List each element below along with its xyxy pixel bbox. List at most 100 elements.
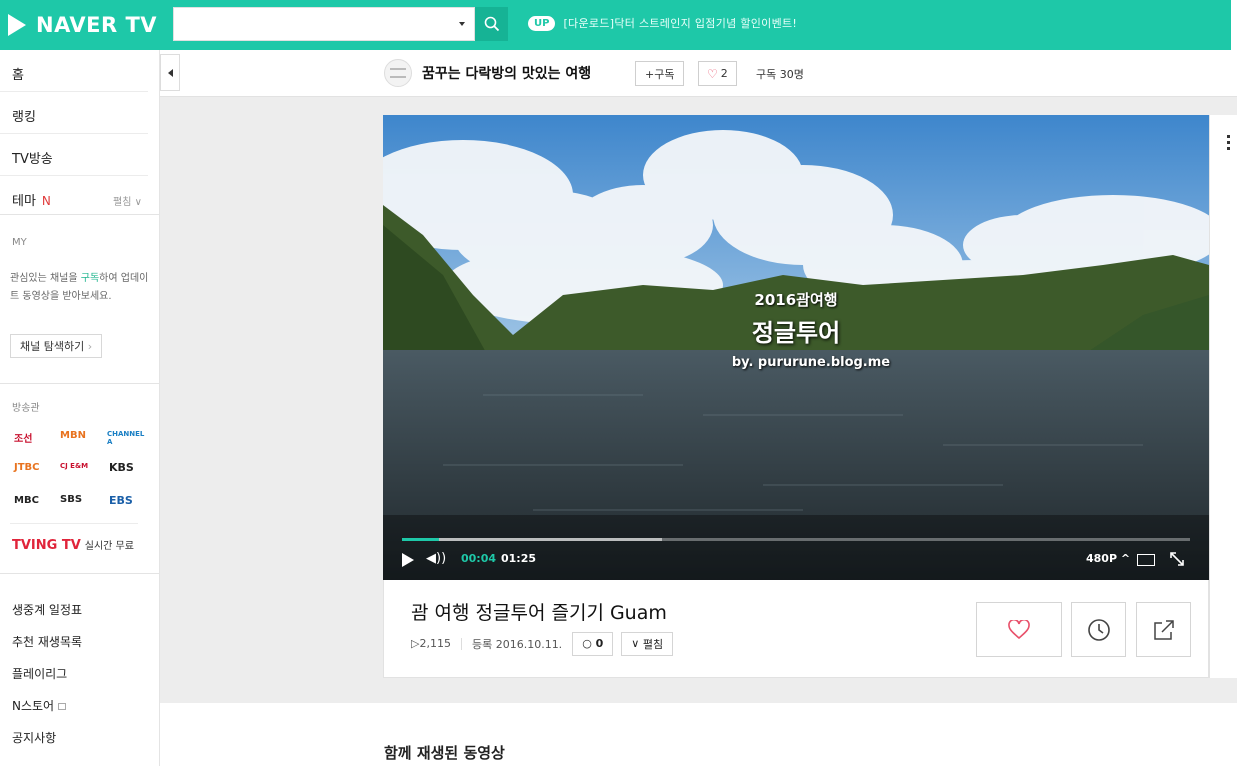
theme-expand-button[interactable]: 펼침 ∨: [113, 193, 142, 208]
progress-fill: [402, 538, 440, 541]
video-player[interactable]: 2016괌여행 정글투어 by. pururune.blog.me ◀)) 00…: [383, 115, 1209, 580]
subscribe-button[interactable]: +구독: [635, 61, 685, 86]
nav-divider: [0, 133, 148, 134]
explore-label: 채널 탐색하기: [20, 340, 85, 353]
link-label: 플레이리그: [12, 667, 68, 681]
subscriber-count: 구독 30명: [756, 68, 804, 81]
total-time: 01:25: [501, 552, 537, 565]
clock-icon: [1087, 618, 1110, 641]
nav-theme-label: 테마: [12, 194, 36, 209]
video-caption-line1: 2016괌여행: [754, 291, 838, 309]
share-button[interactable]: [1136, 602, 1191, 657]
broadcaster-logo[interactable]: JTBC: [14, 462, 40, 473]
link-label: N스토어: [12, 699, 55, 713]
video-caption-line3: by. pururune.blog.me: [731, 355, 891, 370]
my-section-label: MY: [12, 237, 27, 248]
play-logo-icon: [8, 14, 26, 36]
broadcaster-logo[interactable]: MBN: [60, 430, 86, 441]
watch-later-button[interactable]: [1071, 602, 1126, 657]
meta-divider: [460, 637, 462, 650]
play-icon[interactable]: [402, 553, 414, 567]
nav-divider: [0, 91, 148, 92]
left-sidebar: 홈 랭킹 TV방송 테마 N 펼침 ∨ MY 관심있는 채널을 구독하여 업데이트…: [0, 50, 160, 766]
quality-selector[interactable]: 480P ^: [1086, 552, 1130, 565]
video-info-card: 괌 여행 정글투어 즐기기 Guam ▷ 2,115 등록 2016.10.11.…: [383, 580, 1209, 678]
link-live-schedule[interactable]: 생중계 일정표: [12, 601, 82, 618]
broadcasters-label: 방송관: [12, 403, 40, 414]
comment-count: 0: [595, 637, 604, 650]
broadcaster-logo[interactable]: MBC: [14, 495, 39, 506]
theme-expand-label: 펼침: [113, 197, 132, 208]
comment-icon: ○: [582, 637, 592, 650]
video-caption-line2: 정글투어: [751, 319, 841, 347]
naver-tv-logo[interactable]: NAVER TV: [8, 9, 157, 41]
link-playleague[interactable]: 플레이리그: [12, 665, 67, 682]
section-divider: [0, 214, 160, 215]
link-label: 생중계 일정표: [12, 603, 83, 617]
playlist-panel-edge[interactable]: [1209, 115, 1237, 678]
channel-name[interactable]: 꿈꾸는 다락방의 맛있는 여행: [422, 63, 591, 83]
related-section: [160, 703, 1237, 766]
my-desc-text: 관심있는 채널을: [10, 273, 81, 284]
channel-like-button[interactable]: ♡ 2: [698, 61, 737, 86]
expand-description-button[interactable]: ∨ 펼침: [621, 631, 674, 656]
broadcaster-logo[interactable]: CJ E&M: [60, 462, 88, 470]
promo-badge: UP: [528, 15, 556, 31]
nav-divider: [0, 175, 148, 176]
promo-banner[interactable]: UP [다운로드]닥터 스트레인지 입점기념 할인이벤트!: [528, 15, 797, 31]
broadcaster-logo[interactable]: EBS: [109, 494, 133, 507]
broadcaster-logo[interactable]: CHANNEL A: [107, 430, 144, 446]
chevron-down-icon: ∨: [631, 637, 640, 650]
expand-label: 펼침: [642, 637, 664, 651]
broadcaster-logo[interactable]: 조선: [14, 430, 32, 445]
heart-icon: ♡: [707, 66, 718, 81]
chevron-up-icon: ^: [1120, 552, 1131, 565]
external-link-icon: [58, 703, 67, 710]
my-description: 관심있는 채널을 구독하여 업데이트 동영상을 받아보세요.: [10, 270, 150, 306]
search-dropdown-icon[interactable]: [459, 22, 465, 26]
volume-icon[interactable]: ◀)): [426, 551, 446, 566]
wide-mode-icon[interactable]: [1137, 554, 1155, 566]
quality-label: 480P: [1086, 552, 1118, 565]
like-count: 2: [720, 67, 728, 80]
nav-ranking[interactable]: 랭킹: [12, 106, 148, 125]
link-recommended-playlist[interactable]: 추천 재생목록: [12, 633, 82, 650]
nav-home-label: 홈: [12, 68, 24, 83]
search-icon: [484, 16, 499, 32]
tving-link[interactable]: TVING TV 실시간 무료: [12, 537, 134, 553]
channel-thumb-icon: [390, 68, 406, 78]
channel-avatar[interactable]: [384, 59, 412, 87]
header-edge: [1231, 0, 1237, 50]
view-count: 2,115: [419, 637, 451, 650]
broadcaster-logo[interactable]: SBS: [60, 494, 82, 505]
progress-buffer: [402, 538, 663, 541]
chevron-down-icon: ∨: [134, 197, 142, 208]
register-date: 등록 2016.10.11.: [471, 637, 563, 651]
new-badge: N: [41, 194, 51, 208]
tving-text: 실시간 무료: [84, 541, 134, 552]
fullscreen-icon[interactable]: [1169, 551, 1185, 567]
nav-home[interactable]: 홈: [12, 64, 148, 83]
explore-channels-button[interactable]: 채널 탐색하기 ›: [10, 334, 103, 358]
sidebar-collapse-button[interactable]: [160, 54, 180, 91]
heart-icon: [1008, 619, 1030, 639]
menu-icon[interactable]: [1227, 135, 1230, 153]
nav-ranking-label: 랭킹: [12, 110, 36, 125]
search-button[interactable]: [475, 7, 508, 41]
search-box: [173, 7, 475, 41]
nav-tv[interactable]: TV방송: [12, 148, 148, 167]
link-notice[interactable]: 공지사항: [12, 729, 56, 746]
subscribe-label: +구독: [645, 67, 675, 81]
link-nstore[interactable]: N스토어: [12, 697, 67, 714]
search-input[interactable]: [180, 14, 450, 34]
my-desc-highlight: 구독: [80, 273, 100, 284]
chevron-right-icon: ›: [87, 339, 93, 353]
nav-divider: [10, 523, 138, 524]
chevron-left-icon: [167, 68, 173, 77]
views-icon: ▷: [411, 637, 420, 650]
logo-text: NAVER TV: [36, 13, 158, 37]
progress-bar[interactable]: [402, 538, 1190, 541]
like-button[interactable]: [976, 602, 1062, 657]
broadcaster-logo[interactable]: KBS: [109, 461, 134, 474]
comment-button[interactable]: ○ 0: [572, 631, 614, 656]
